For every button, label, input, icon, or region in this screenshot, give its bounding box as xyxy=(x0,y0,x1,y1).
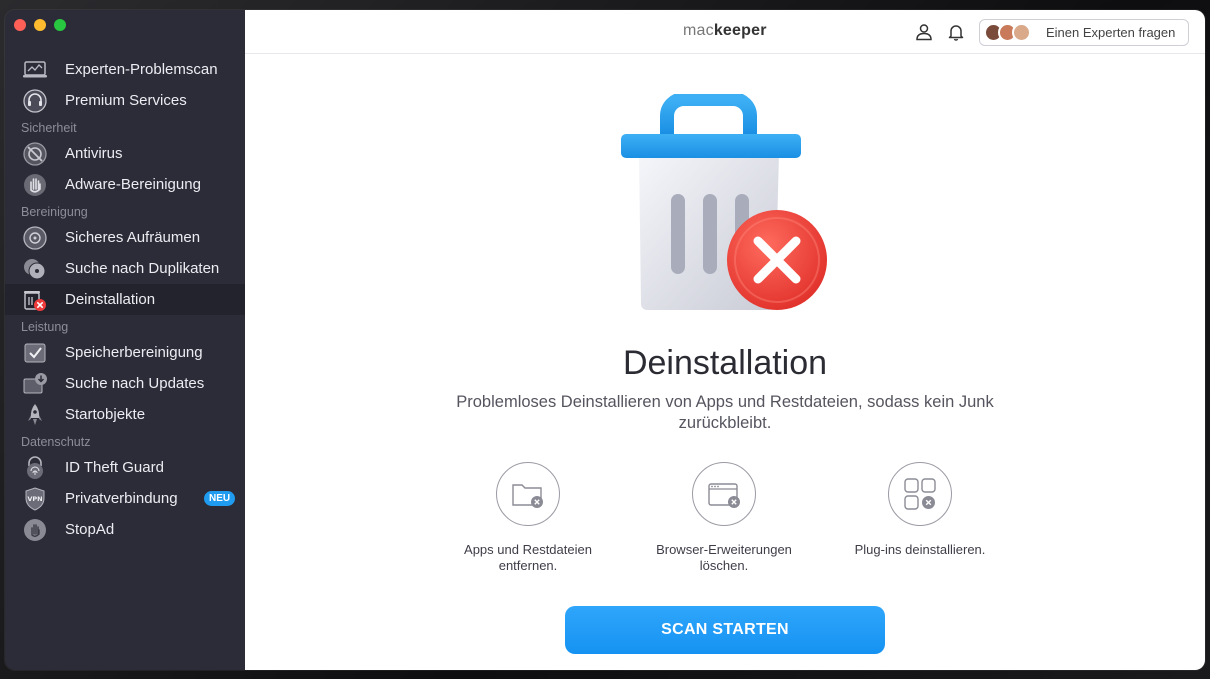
sidebar-item-label: Sicheres Aufräumen xyxy=(65,229,201,246)
page-subtitle: Problemloses Deinstallieren von Apps und… xyxy=(456,393,994,432)
sidebar-item-deinstallation[interactable]: Deinstallation xyxy=(5,284,245,315)
browser-remove-icon xyxy=(692,462,756,526)
vpn-shield-icon: VPN xyxy=(22,486,48,512)
ask-expert-label: Einen Experten fragen xyxy=(1046,25,1176,40)
sidebar-item-antivirus[interactable]: Antivirus xyxy=(5,138,245,169)
main-panel: mackeeper Einen Experten fragen Deinstal… xyxy=(245,10,1205,670)
hand-stop-icon xyxy=(22,172,48,198)
zoom-window-button[interactable] xyxy=(54,19,66,31)
new-badge: NEU xyxy=(204,491,236,506)
window-controls xyxy=(14,19,66,31)
sidebar-item-label: Speicherbereinigung xyxy=(65,344,203,361)
folder-remove-icon xyxy=(496,462,560,526)
feature-browser: Browser-Erweiterungen löschen. xyxy=(634,462,814,574)
headset-icon xyxy=(22,88,48,114)
laptop-scan-icon xyxy=(22,57,48,83)
sidebar-item-updates[interactable]: Suche nach Updates xyxy=(5,368,245,399)
sidebar-item-premium-services[interactable]: Premium Services xyxy=(5,85,245,116)
page-title: Deinstallation xyxy=(622,344,828,382)
section-datenschutz: Datenschutz xyxy=(21,435,91,449)
sidebar-item-label: Deinstallation xyxy=(65,291,156,308)
sidebar-item-label: Suche nach Duplikaten xyxy=(65,260,220,277)
expert-avatars xyxy=(984,22,1036,43)
app-window: Experten-Problemscan Premium Services Si… xyxy=(5,10,1205,670)
feature-browser-label: Browser-Erweiterungen löschen. xyxy=(656,542,792,573)
sidebar-item-label: Experten-Problemscan xyxy=(65,61,218,78)
sidebar-item-stopad[interactable]: StopAd xyxy=(5,514,245,545)
close-window-button[interactable] xyxy=(14,19,26,31)
section-sicherheit: Sicherheit xyxy=(21,121,77,135)
sidebar-item-id-theft-guard[interactable]: ID Theft Guard xyxy=(5,452,245,483)
minimize-window-button[interactable] xyxy=(34,19,46,31)
feature-plugins: Plug-ins deinstallieren. xyxy=(830,462,1010,558)
rocket-icon xyxy=(22,402,48,428)
section-leistung: Leistung xyxy=(21,320,69,334)
uninstall-icon xyxy=(22,287,48,313)
svg-text:VPN: VPN xyxy=(27,495,42,503)
start-scan-button[interactable]: SCAN STARTEN xyxy=(565,606,885,654)
mackeeper-logo: mackeeper xyxy=(683,22,767,39)
antivirus-icon xyxy=(22,141,48,167)
section-bereinigung: Bereinigung xyxy=(21,205,88,219)
sidebar-item-startobjekte[interactable]: Startobjekte xyxy=(5,399,245,430)
update-icon xyxy=(22,371,48,397)
sidebar-item-label: StopAd xyxy=(65,521,115,538)
sidebar-nav: Experten-Problemscan Premium Services Si… xyxy=(5,54,245,545)
ask-expert-button[interactable]: Einen Experten fragen xyxy=(979,19,1189,46)
account-icon[interactable] xyxy=(914,22,934,42)
duplicates-icon xyxy=(22,256,48,282)
sidebar-item-privatverbindung[interactable]: VPN Privatverbindung NEU xyxy=(5,483,245,514)
fingerprint-icon xyxy=(22,455,48,481)
memory-icon xyxy=(22,340,48,366)
sidebar-item-label: Adware-Bereinigung xyxy=(65,176,201,193)
sidebar-item-label: Suche nach Updates xyxy=(65,375,205,392)
feature-apps-label: Apps und Restdateien entfernen. xyxy=(464,542,592,573)
uninstall-hero: Deinstallation Problemloses Deinstallier… xyxy=(245,54,1205,670)
avatar xyxy=(1012,22,1031,42)
bell-icon[interactable] xyxy=(946,22,966,42)
sidebar-item-label: Antivirus xyxy=(65,145,123,162)
feature-plugins-label: Plug-ins deinstallieren. xyxy=(854,542,986,557)
sidebar-item-label: Premium Services xyxy=(65,92,187,109)
sidebar: Experten-Problemscan Premium Services Si… xyxy=(5,10,245,670)
stopad-icon xyxy=(22,517,48,543)
top-bar: mackeeper Einen Experten fragen xyxy=(245,10,1205,54)
sidebar-item-experten-problemscan[interactable]: Experten-Problemscan xyxy=(5,54,245,85)
sidebar-item-label: ID Theft Guard xyxy=(65,459,164,476)
sidebar-item-sicheres-aufraeumen[interactable]: Sicheres Aufräumen xyxy=(5,222,245,253)
trash-uninstall-illustration xyxy=(621,94,827,310)
sidebar-item-label: Privatverbindung xyxy=(65,490,178,507)
disk-clean-icon xyxy=(22,225,48,251)
sidebar-item-label: Startobjekte xyxy=(65,406,146,423)
sidebar-item-speicherbereinigung[interactable]: Speicherbereinigung xyxy=(5,337,245,368)
sidebar-item-adware-bereinigung[interactable]: Adware-Bereinigung xyxy=(5,169,245,200)
sidebar-item-duplikate[interactable]: Suche nach Duplikaten xyxy=(5,253,245,284)
plugins-remove-icon xyxy=(888,462,952,526)
feature-apps: Apps und Restdateien entfernen. xyxy=(438,462,618,574)
